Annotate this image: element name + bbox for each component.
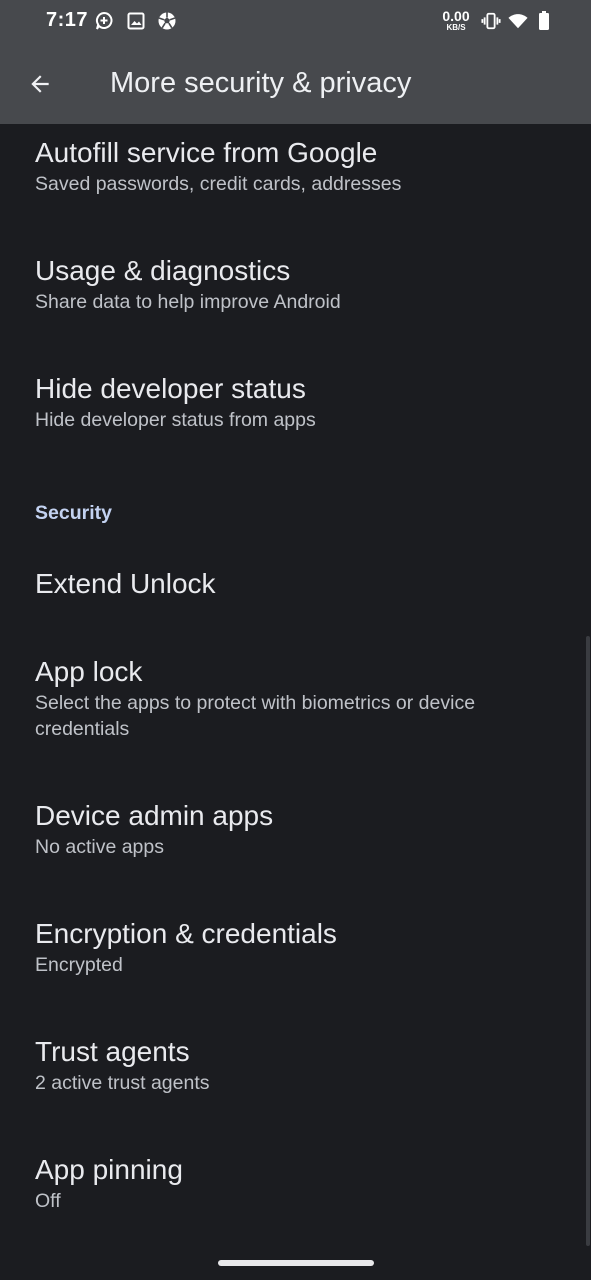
status-bar: 7:17 0.00 KB/S	[0, 0, 591, 44]
pref-title: Usage & diagnostics	[35, 255, 291, 286]
gesture-nav-handle[interactable]	[218, 1260, 374, 1266]
image-icon	[126, 11, 146, 31]
pref-usage-diagnostics[interactable]: Usage & diagnostics Share data to help i…	[0, 254, 591, 315]
pref-summary: No active apps	[35, 836, 164, 858]
pref-summary: Share data to help improve Android	[35, 291, 341, 313]
battery-icon	[534, 11, 554, 31]
assistant-icon	[94, 11, 114, 31]
pref-app-lock[interactable]: App lock Select the apps to protect with…	[0, 655, 591, 742]
section-header-security: Security	[35, 502, 112, 524]
pref-summary: Hide developer status from apps	[35, 409, 316, 431]
pref-title: Device admin apps	[35, 800, 274, 831]
pref-summary: 2 active trust agents	[35, 1072, 210, 1094]
pref-summary: Saved passwords, credit cards, addresses	[35, 173, 402, 195]
soccer-ball-icon	[157, 11, 177, 31]
pref-summary: Off	[35, 1190, 61, 1212]
toolbar: More security & privacy	[0, 44, 591, 124]
network-speed-unit: KB/S	[446, 23, 466, 32]
pref-autofill-service[interactable]: Autofill service from Google Saved passw…	[0, 136, 591, 197]
pref-title: App lock	[35, 656, 143, 687]
pref-title: Hide developer status	[35, 373, 306, 404]
settings-screen: 7:17 0.00 KB/S More security & privacy A…	[0, 0, 591, 1280]
pref-summary: Encrypted	[35, 954, 123, 976]
vibrate-icon	[481, 11, 501, 31]
pref-hide-developer-status[interactable]: Hide developer status Hide developer sta…	[0, 372, 591, 433]
scrollbar[interactable]	[586, 636, 590, 1246]
pref-title: Encryption & credentials	[35, 918, 337, 949]
back-button[interactable]	[20, 64, 60, 104]
pref-app-pinning[interactable]: App pinning Off	[0, 1153, 591, 1214]
pref-title: Trust agents	[35, 1036, 190, 1067]
pref-device-admin-apps[interactable]: Device admin apps No active apps	[0, 799, 591, 860]
page-title: More security & privacy	[110, 67, 412, 99]
pref-summary: Select the apps to protect with biometri…	[35, 692, 476, 740]
pref-title: App pinning	[35, 1154, 183, 1185]
app-bar: 7:17 0.00 KB/S More security & privacy	[0, 0, 591, 124]
arrow-back-icon	[31, 75, 49, 93]
wifi-icon	[508, 11, 528, 31]
network-speed: 0.00 KB/S	[438, 9, 474, 32]
pref-trust-agents[interactable]: Trust agents 2 active trust agents	[0, 1035, 591, 1096]
pref-title: Extend Unlock	[35, 568, 216, 599]
status-time: 7:17	[46, 9, 89, 31]
pref-title: Autofill service from Google	[35, 137, 378, 168]
pref-encryption-credentials[interactable]: Encryption & credentials Encrypted	[0, 917, 591, 978]
network-speed-value: 0.00	[442, 8, 470, 24]
pref-extend-unlock[interactable]: Extend Unlock	[0, 567, 591, 601]
